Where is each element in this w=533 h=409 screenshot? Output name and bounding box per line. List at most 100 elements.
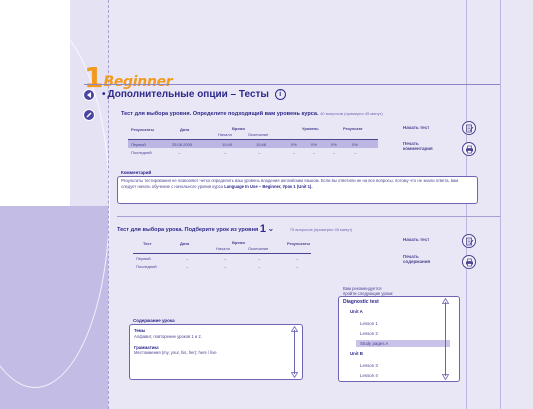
row-first-label: Первый bbox=[131, 142, 146, 147]
placement-test-note: 40 вопросов (примерно 45 минут) bbox=[320, 111, 383, 116]
row-first-end: 10:46 bbox=[256, 142, 267, 147]
start-placement-test-button[interactable] bbox=[462, 121, 476, 135]
tree-item-lesson-4[interactable]: Lesson 4 bbox=[360, 373, 378, 378]
row-highlight bbox=[128, 140, 378, 148]
col-time-start: Начало bbox=[218, 132, 232, 137]
back-button[interactable] bbox=[83, 89, 95, 101]
comment-label: Комментарий bbox=[121, 170, 152, 175]
lesson-test-title: Тест для выбора урока. Подберите урок из… bbox=[117, 223, 353, 235]
row-first-date: 25.08.2005 bbox=[172, 142, 193, 147]
tree-item-lesson-2[interactable]: Lesson 2 bbox=[360, 331, 378, 336]
scroll-down-icon[interactable] bbox=[291, 372, 298, 378]
row-first-end: – bbox=[258, 256, 261, 261]
lesson-content-scrollbar[interactable] bbox=[291, 326, 298, 378]
row-first-total: 0% bbox=[352, 142, 358, 147]
print-contents-button[interactable] bbox=[462, 255, 476, 269]
col-results: Результаты bbox=[287, 241, 311, 246]
guide-line bbox=[108, 0, 109, 409]
comment-recommendation: Language In Use – Beginner, Урок 1 (Unit… bbox=[224, 184, 313, 189]
row-last-start: – bbox=[224, 264, 227, 269]
lesson-test-note: 75 вопросов (примерно 45 минут) bbox=[289, 227, 353, 232]
col-time-start: Начало bbox=[216, 246, 230, 251]
col-test: Тест bbox=[143, 241, 152, 246]
start-lesson-test-link[interactable]: Начать тест bbox=[403, 237, 429, 242]
row-last-level-1: – bbox=[293, 150, 296, 155]
row-last-end: – bbox=[258, 150, 261, 155]
row-first-level-2: 0% bbox=[311, 142, 317, 147]
lesson-content-text: Темы Алфавит, повторение уроков 1 и 2. Г… bbox=[134, 328, 217, 356]
tree-item-lesson-1[interactable]: Lesson 1 bbox=[360, 321, 378, 326]
edit-button[interactable] bbox=[83, 109, 95, 121]
scroll-down-icon[interactable] bbox=[442, 374, 449, 380]
col-time: Время bbox=[232, 126, 245, 131]
col-result-pct: Результат bbox=[343, 126, 363, 131]
test-sheet-icon bbox=[465, 237, 473, 245]
row-first-date: – bbox=[186, 256, 189, 261]
row-last-level-3: – bbox=[333, 150, 336, 155]
col-results: Результаты bbox=[131, 127, 155, 132]
printer-icon bbox=[465, 145, 473, 153]
row-first-label: Первый bbox=[136, 256, 151, 261]
row-first-result: – bbox=[296, 256, 299, 261]
lesson-test-title-text: Тест для выбора урока. Подберите урок из… bbox=[117, 227, 259, 233]
lesson-content-label: Содержание урока bbox=[133, 318, 175, 323]
scroll-track bbox=[294, 330, 295, 374]
guide-line bbox=[466, 0, 467, 409]
lesson-test-level-number: 1 bbox=[259, 223, 266, 235]
col-time-end: Окончание bbox=[248, 132, 269, 137]
table-header-line bbox=[133, 253, 311, 254]
level-word: Beginner bbox=[103, 74, 173, 90]
print-comment-link[interactable]: Печать комментария bbox=[403, 141, 433, 151]
placement-test-title: Тест для выбора уровня. Определите подхо… bbox=[121, 111, 383, 117]
tree-item-lesson-3[interactable]: Lesson 3 bbox=[360, 363, 378, 368]
print-contents-link[interactable]: Печать содержания bbox=[403, 254, 430, 264]
col-date: Дата bbox=[180, 241, 190, 246]
topics-value: Алфавит, повторение уроков 1 и 2. bbox=[134, 333, 202, 339]
pencil-icon bbox=[86, 112, 92, 118]
page-title-text: Дополнительные опции – Тесты bbox=[107, 89, 269, 100]
row-last-label: Последний bbox=[131, 150, 152, 155]
col-levels: Уровень bbox=[302, 126, 319, 131]
row-first-start: – bbox=[224, 256, 227, 261]
topics-label: Темы bbox=[134, 328, 146, 333]
lesson-tree-scrollbar[interactable] bbox=[442, 298, 449, 380]
row-last-result: – bbox=[296, 264, 299, 269]
recommend-label: Вам рекомендуется пройти следующие уроки… bbox=[343, 286, 394, 296]
placement-test-title-text: Тест для выбора уровня. Определите подхо… bbox=[121, 111, 319, 117]
grammar-label: Грамматика bbox=[134, 344, 159, 350]
screen: 1Beginner • Дополнительные опции – Тесты … bbox=[0, 0, 533, 409]
tree-item-unit-a[interactable]: Unit A bbox=[350, 309, 363, 314]
tree-item-unit-b[interactable]: Unit B bbox=[350, 351, 363, 356]
row-last-date: – bbox=[186, 264, 189, 269]
grammar-value: Местоимения (my, your, his, her); here /… bbox=[134, 350, 217, 355]
row-last-level-2: – bbox=[313, 150, 316, 155]
start-placement-test-link[interactable]: Начать тест bbox=[403, 125, 429, 130]
print-comment-button[interactable] bbox=[462, 142, 476, 156]
info-icon[interactable]: i bbox=[274, 89, 286, 100]
back-arrow-icon bbox=[87, 92, 91, 98]
row-last-start: – bbox=[224, 150, 227, 155]
start-lesson-test-button[interactable] bbox=[462, 234, 476, 248]
scroll-track bbox=[445, 302, 446, 376]
row-last-label: Последний bbox=[136, 264, 157, 269]
tree-item-study-pages-a[interactable]: Study pages A bbox=[360, 341, 388, 346]
scroll-up-icon[interactable] bbox=[442, 298, 449, 304]
test-sheet-icon bbox=[465, 124, 473, 132]
page-title: • Дополнительные опции – Тесты i bbox=[102, 89, 286, 100]
row-first-level-3: 0% bbox=[331, 142, 337, 147]
row-first-level-1: 0% bbox=[291, 142, 297, 147]
col-time-end: Окончание bbox=[248, 246, 269, 251]
comment-text: Результаты тестирования не позволяют чет… bbox=[121, 178, 473, 190]
level-logo: 1Beginner bbox=[84, 64, 173, 92]
col-time: Время bbox=[232, 240, 245, 245]
header-divider bbox=[84, 84, 500, 85]
guide-line bbox=[500, 0, 501, 409]
section-divider bbox=[117, 216, 500, 217]
scroll-up-icon[interactable] bbox=[291, 326, 298, 332]
tree-item-diagnostic-test[interactable]: Diagnostic test bbox=[343, 299, 379, 305]
col-date: Дата bbox=[180, 127, 190, 132]
row-last-end: – bbox=[258, 264, 261, 269]
printer-icon bbox=[465, 258, 473, 266]
row-first-start: 10:45 bbox=[222, 142, 233, 147]
row-last-date: – bbox=[178, 150, 181, 155]
